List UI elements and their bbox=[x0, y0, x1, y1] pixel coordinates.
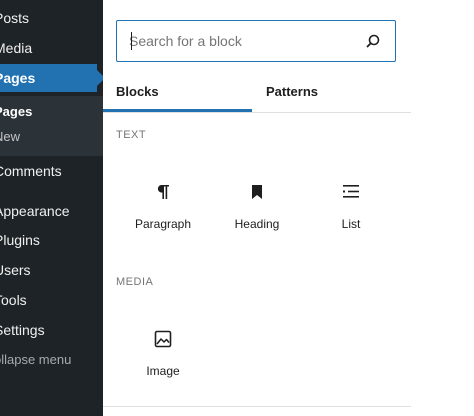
block-search-input[interactable] bbox=[129, 21, 359, 60]
sidebar-item-label: Tools bbox=[0, 292, 27, 308]
sidebar-item-posts[interactable]: Posts bbox=[0, 4, 97, 32]
block-label: List bbox=[341, 217, 361, 231]
paragraph-icon bbox=[157, 185, 169, 199]
block-label: Paragraph bbox=[134, 217, 192, 231]
sidebar-item-plugins[interactable]: Plugins bbox=[0, 226, 97, 254]
collapse-menu-button[interactable]: ollapse menu bbox=[0, 346, 97, 374]
sidebar-item-appearance[interactable]: Appearance bbox=[0, 197, 97, 225]
sidebar-item-label: Comments bbox=[0, 163, 62, 179]
tab-patterns[interactable]: Patterns bbox=[266, 74, 318, 112]
block-search-box[interactable] bbox=[116, 20, 396, 62]
image-icon bbox=[154, 330, 172, 348]
sidebar-item-comments[interactable]: Comments bbox=[0, 157, 97, 185]
inserter-tabs: Blocks Patterns bbox=[103, 74, 411, 113]
text-caret bbox=[131, 32, 132, 50]
sidebar-item-settings[interactable]: Settings bbox=[0, 316, 97, 344]
editor-canvas-area bbox=[411, 0, 474, 416]
panel-divider bbox=[103, 406, 411, 407]
sidebar-item-label: Appearance bbox=[0, 203, 70, 219]
search-icon[interactable] bbox=[365, 33, 381, 49]
submenu-item-add-new[interactable]: New bbox=[0, 129, 20, 144]
submenu-item-all-pages[interactable]: Pages bbox=[0, 104, 32, 119]
category-label-text: TEXT bbox=[116, 129, 147, 141]
block-label: Image bbox=[146, 364, 180, 378]
sidebar-item-label: Users bbox=[0, 262, 31, 278]
block-item-list[interactable]: List bbox=[304, 163, 398, 243]
active-tab-indicator bbox=[103, 109, 252, 112]
admin-sidebar: Posts Media Pages Pages New Comments App… bbox=[0, 0, 103, 416]
sidebar-item-label: Plugins bbox=[0, 232, 40, 248]
sidebar-item-users[interactable]: Users bbox=[0, 256, 97, 284]
block-inserter-panel: Blocks Patterns TEXT Paragraph Heading L… bbox=[103, 0, 412, 416]
tab-blocks[interactable]: Blocks bbox=[116, 74, 252, 112]
category-label-media: MEDIA bbox=[116, 276, 154, 288]
sidebar-item-media[interactable]: Media bbox=[0, 34, 97, 62]
sidebar-item-label: Settings bbox=[0, 322, 45, 338]
sidebar-item-pages[interactable]: Pages bbox=[0, 64, 103, 92]
block-item-heading[interactable]: Heading bbox=[210, 163, 304, 243]
sidebar-item-label: Posts bbox=[0, 10, 30, 26]
block-item-image[interactable]: Image bbox=[116, 310, 210, 390]
collapse-menu-label: ollapse menu bbox=[0, 352, 72, 367]
list-icon bbox=[343, 185, 359, 198]
sidebar-item-tools[interactable]: Tools bbox=[0, 286, 97, 314]
sidebar-item-label: Pages bbox=[0, 70, 36, 86]
block-label: Heading bbox=[234, 217, 280, 231]
bookmark-icon bbox=[252, 185, 262, 199]
block-item-paragraph[interactable]: Paragraph bbox=[116, 163, 210, 243]
sidebar-item-label: Media bbox=[0, 40, 33, 56]
